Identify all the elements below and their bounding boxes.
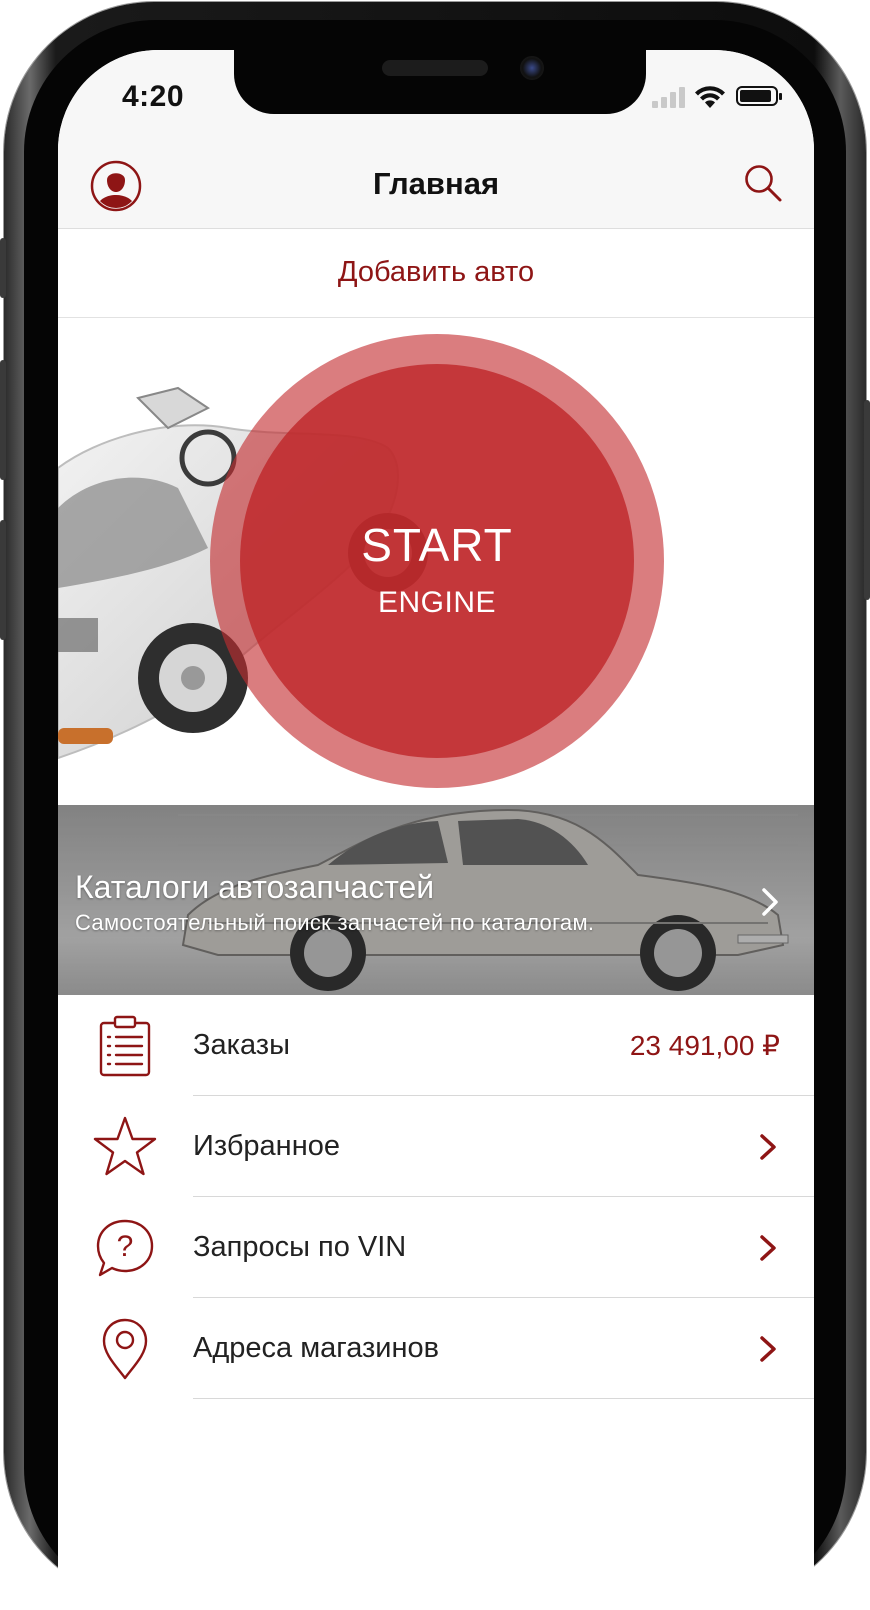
page-title: Главная (372, 166, 500, 201)
search-icon[interactable] (742, 162, 784, 204)
question-bubble-icon: ? (96, 1219, 154, 1277)
chevron-right-icon (760, 1336, 776, 1362)
front-camera (520, 56, 544, 80)
add-car-label: Добавить авто (337, 256, 535, 288)
chevron-right-icon (760, 1134, 776, 1160)
catalog-title: Каталоги автозапчастей (75, 869, 435, 905)
volume-down-button (0, 520, 6, 640)
hero-section: START ENGINE (58, 318, 814, 805)
menu-item-store-addresses[interactable]: Адреса магазинов (58, 1298, 814, 1399)
chevron-right-icon (762, 888, 778, 916)
menu-label-vin-requests: Запросы по VIN (193, 1231, 407, 1263)
notch (234, 50, 646, 114)
menu-item-favorites[interactable]: Избранное (58, 1096, 814, 1197)
earpiece-speaker (382, 60, 488, 76)
chevron-right-icon (760, 1235, 776, 1261)
clipboard-list-icon (99, 1015, 151, 1077)
add-car-button[interactable]: Добавить авто (58, 229, 814, 318)
menu-label-orders: Заказы (193, 1029, 290, 1061)
menu-list: Заказы 23 491,00 ₽ Избранное ? Запросы п… (58, 995, 814, 1399)
catalog-subtitle: Самостоятельный поиск запчастей по катал… (75, 910, 595, 935)
start-label: START (361, 519, 513, 571)
cellular-signal-icon (652, 86, 686, 108)
phone-screen: 4:20 Главная Добавить авто START ENGINE … (58, 50, 814, 1610)
navigation-bar: Главная (58, 130, 814, 229)
status-time: 4:20 (122, 80, 185, 113)
volume-up-button (0, 360, 6, 480)
catalog-banner[interactable]: Каталоги автозапчастей Самостоятельный п… (58, 805, 814, 995)
wifi-icon (695, 86, 725, 108)
divider (193, 1398, 814, 1399)
menu-item-orders[interactable]: Заказы 23 491,00 ₽ (58, 995, 814, 1096)
power-button (864, 400, 870, 600)
svg-text:?: ? (117, 1230, 134, 1263)
engine-label: ENGINE (377, 586, 497, 619)
location-pin-icon (102, 1318, 148, 1380)
mute-switch (0, 238, 6, 298)
menu-label-favorites: Избранное (193, 1130, 340, 1162)
orders-total: 23 491,00 ₽ (629, 1030, 780, 1061)
battery-icon (736, 86, 782, 106)
star-icon (93, 1116, 157, 1176)
menu-label-store-addresses: Адреса магазинов (193, 1332, 440, 1364)
menu-item-vin-requests[interactable]: ? Запросы по VIN (58, 1197, 814, 1298)
